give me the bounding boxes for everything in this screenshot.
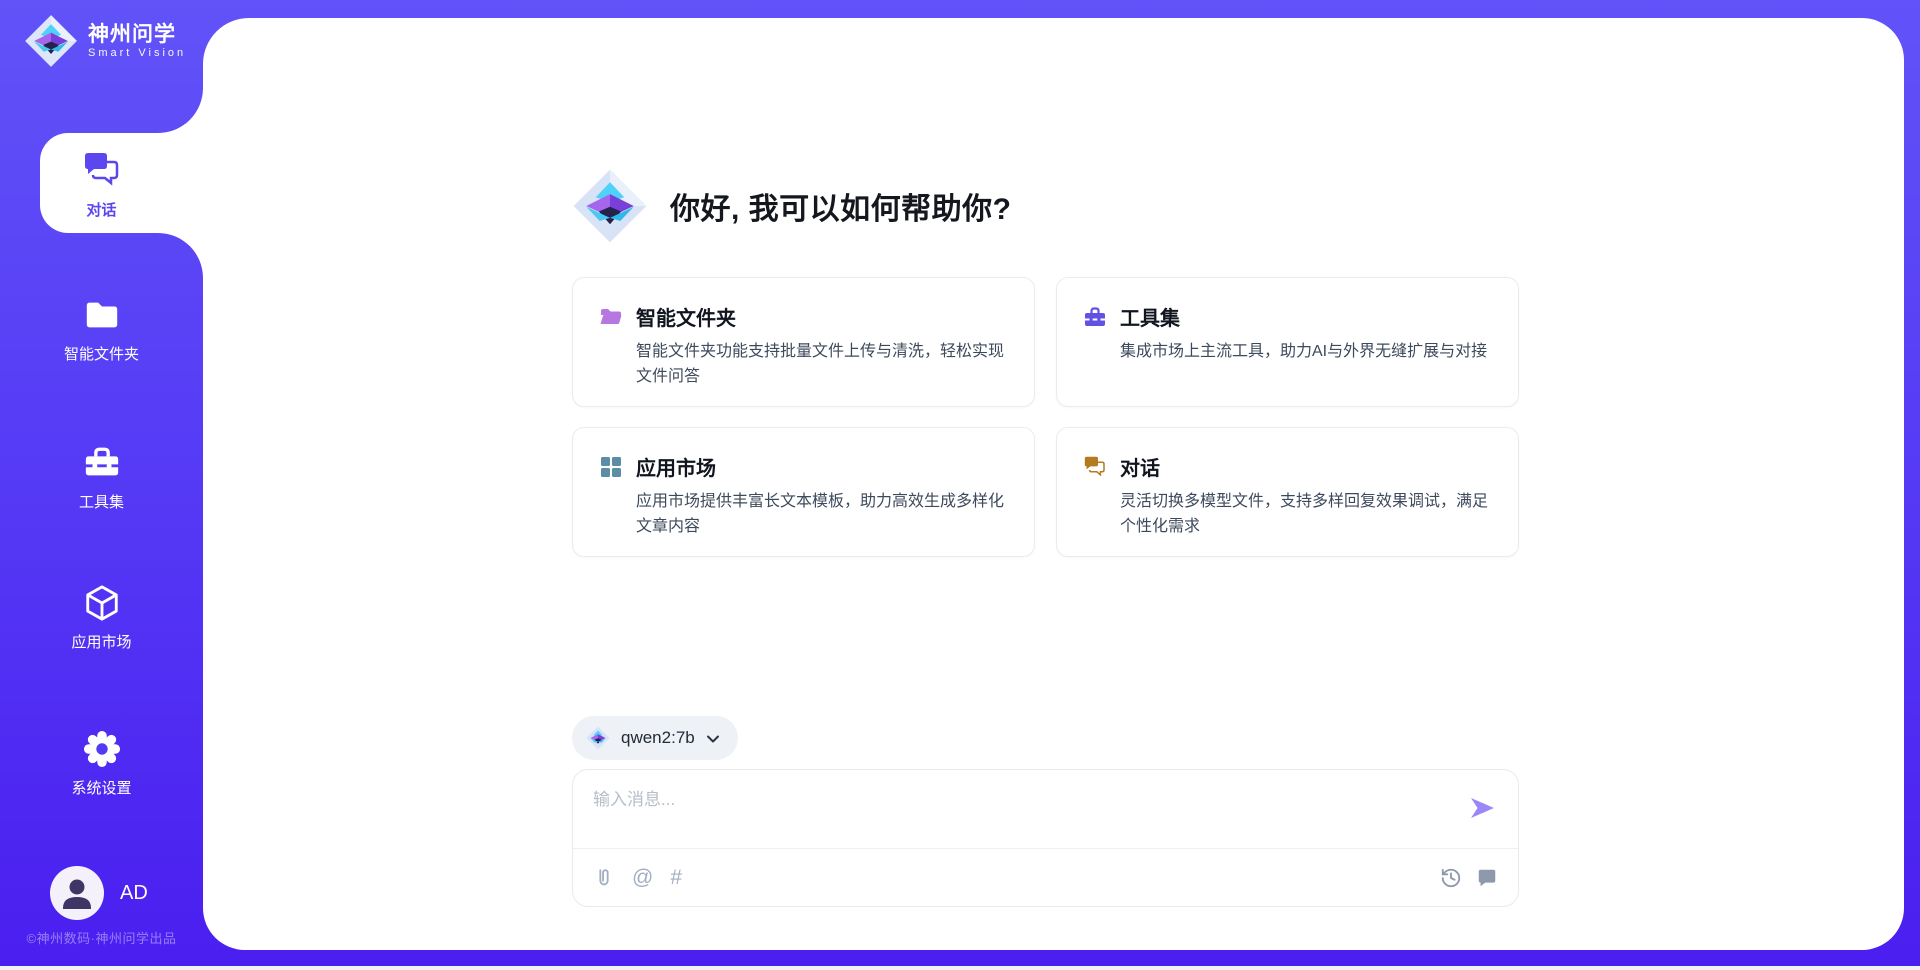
chevron-down-icon <box>706 734 720 744</box>
toolbox-icon <box>1083 305 1107 329</box>
model-selector[interactable]: qwen2:7b <box>572 716 738 760</box>
greeting-title: 你好, 我可以如何帮助你? <box>670 184 1012 228</box>
card-app-market[interactable]: 应用市场 应用市场提供丰富长文本模板，助力高效生成多样化文章内容 <box>572 427 1035 557</box>
brand-diamond-icon <box>586 726 610 750</box>
sidebar-item-app-market[interactable]: 应用市场 <box>0 584 203 652</box>
card-desc: 应用市场提供丰富长文本模板，助力高效生成多样化文章内容 <box>636 490 1010 540</box>
content-column: 你好, 我可以如何帮助你? 智能文件夹 智能文件夹功能支持批量文件上传与清洗，轻… <box>572 18 1519 950</box>
sidebar-item-smart-folder[interactable]: 智能文件夹 <box>0 296 203 364</box>
shortcut-cards: 智能文件夹 智能文件夹功能支持批量文件上传与清洗，轻松实现文件问答 工具集 集成… <box>572 277 1519 557</box>
sidebar-item-settings[interactable]: 系统设置 <box>0 730 203 798</box>
card-title: 工具集 <box>1120 302 1180 331</box>
user-account[interactable]: AD <box>50 866 148 920</box>
apps-icon <box>599 455 623 479</box>
sidebar-item-label: 应用市场 <box>71 631 131 652</box>
brand-diamond-icon <box>572 168 648 244</box>
brand-diamond-icon <box>24 14 78 68</box>
comment-icon[interactable] <box>1476 867 1498 889</box>
model-name: qwen2:7b <box>621 728 695 748</box>
brand-subtitle: Smart Vision <box>88 47 186 59</box>
input-toolbar: @ # <box>593 849 1498 906</box>
message-input[interactable] <box>593 785 1446 840</box>
brand-logo[interactable]: 神州问学 Smart Vision <box>24 14 186 68</box>
mention-icon[interactable]: @ <box>632 867 653 888</box>
chat-icon <box>82 150 122 190</box>
hash-icon[interactable]: # <box>670 867 682 888</box>
card-chat[interactable]: 对话 灵活切换多模型文件，支持多样回复效果调试，满足个性化需求 <box>1056 427 1519 557</box>
sidebar-item-label: 系统设置 <box>71 777 131 798</box>
message-input-card: @ # <box>572 769 1519 907</box>
card-title: 应用市场 <box>636 452 716 481</box>
chat-bubbles-icon <box>1083 455 1107 479</box>
sidebar-item-label: 工具集 <box>79 491 124 512</box>
app-root: { "colors": { "accent": "#5B46F0", "side… <box>0 0 1920 970</box>
history-icon[interactable] <box>1440 867 1462 889</box>
card-desc: 灵活切换多模型文件，支持多样回复效果调试，满足个性化需求 <box>1120 490 1494 540</box>
folder-open-icon <box>599 305 623 329</box>
card-title: 对话 <box>1120 452 1160 481</box>
sidebar: 神州问学 Smart Vision 对话 智能文件夹 工具集 <box>0 0 203 970</box>
card-smart-folder[interactable]: 智能文件夹 智能文件夹功能支持批量文件上传与清洗，轻松实现文件问答 <box>572 277 1035 407</box>
folder-icon <box>83 296 121 334</box>
user-name: AD <box>120 882 148 905</box>
greeting-row: 你好, 我可以如何帮助你? <box>572 168 1012 244</box>
sidebar-item-label: 对话 <box>86 199 116 220</box>
cube-icon <box>83 584 121 622</box>
card-desc: 智能文件夹功能支持批量文件上传与清洗，轻松实现文件问答 <box>636 340 1010 390</box>
send-icon[interactable] <box>1468 794 1496 822</box>
avatar <box>50 866 104 920</box>
sidebar-footer: ©神州数码·神州问学出品 <box>0 928 203 947</box>
sidebar-item-chat[interactable]: 对话 <box>0 140 203 230</box>
main-content-area: 你好, 我可以如何帮助你? 智能文件夹 智能文件夹功能支持批量文件上传与清洗，轻… <box>203 18 1904 950</box>
paperclip-icon[interactable] <box>593 867 615 889</box>
card-title: 智能文件夹 <box>636 302 736 331</box>
sidebar-item-label: 智能文件夹 <box>64 343 139 364</box>
gear-icon <box>83 730 121 768</box>
brand-name: 神州问学 <box>88 23 186 47</box>
sidebar-item-toolset[interactable]: 工具集 <box>0 444 203 512</box>
toolbox-icon <box>83 444 121 482</box>
card-desc: 集成市场上主流工具，助力AI与外界无缝扩展与对接 <box>1120 340 1494 365</box>
card-toolset[interactable]: 工具集 集成市场上主流工具，助力AI与外界无缝扩展与对接 <box>1056 277 1519 407</box>
